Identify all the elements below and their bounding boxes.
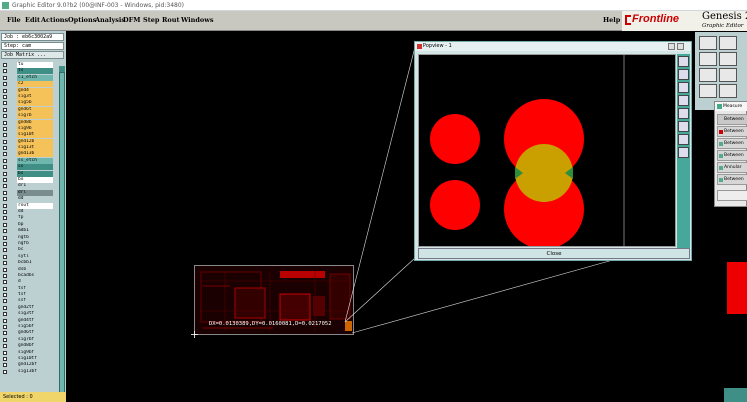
measure-option[interactable]: Between (717, 138, 747, 149)
popview-canvas[interactable] (418, 54, 676, 247)
measure-option-label: Between (724, 141, 744, 146)
right-toolbar (695, 32, 747, 110)
expand-icon[interactable] (678, 134, 689, 145)
measure-option-label: Between (724, 129, 744, 134)
popview-close-button[interactable]: Close (418, 248, 690, 259)
measure-option[interactable]: Between (717, 114, 747, 125)
bottom-right-toolbar (724, 388, 747, 402)
popview-icon (417, 44, 422, 49)
zoom-out-tool-icon[interactable] (719, 36, 737, 50)
selected-icon (719, 130, 723, 134)
redraw-icon[interactable] (678, 108, 689, 119)
redraw-tool-icon[interactable] (719, 52, 737, 66)
measure-option[interactable]: Between (717, 174, 747, 185)
maximize-icon[interactable] (677, 43, 684, 50)
graphics-area-fragment (727, 262, 747, 314)
popview-window: Popview - 1 Close (414, 41, 692, 261)
grid-tool-icon[interactable] (719, 84, 737, 98)
measure-action-button[interactable] (717, 190, 747, 201)
fit-tool-icon[interactable] (699, 84, 717, 98)
measure-option[interactable]: Between (717, 126, 747, 137)
measure-icon (717, 104, 722, 109)
measure-option-label: Between (724, 177, 744, 182)
measure-option-label: Annular (724, 165, 742, 170)
measure-option-label: Between (724, 153, 744, 158)
measure-title: Measure (723, 104, 743, 109)
pan-tool-icon[interactable] (699, 68, 717, 82)
check-icon (719, 154, 723, 158)
check-icon (719, 142, 723, 146)
crosshair-cursor-icon (191, 331, 198, 338)
popview-toolbar (677, 54, 690, 248)
popview-title-bar: Popview - 1 (415, 42, 691, 51)
measure-title-bar: Measure (715, 102, 747, 111)
measure-option[interactable]: Annular (717, 162, 747, 173)
zoom-in-tool-icon[interactable] (699, 36, 717, 50)
zoom-in-icon[interactable] (678, 56, 689, 67)
pad-bottom-left (430, 180, 480, 230)
pad-zoom-view (430, 55, 625, 246)
zoom-fit-icon[interactable] (678, 82, 689, 93)
home-tool-icon[interactable] (699, 52, 717, 66)
zoom-out-icon[interactable] (678, 69, 689, 80)
pad-top-left (430, 114, 480, 164)
measure-option[interactable]: Between (717, 150, 747, 161)
measure-panel: Measure Between Between Between Between … (714, 101, 747, 207)
measure-tool-icon[interactable] (719, 68, 737, 82)
check-icon (719, 178, 723, 182)
popview-title: Popview - 1 (423, 43, 452, 49)
zoom-home-icon[interactable] (678, 95, 689, 106)
measure-option-label: Between (724, 117, 744, 122)
minimize-icon[interactable] (668, 43, 675, 50)
check-icon (719, 166, 723, 170)
pan-icon[interactable] (678, 147, 689, 158)
zoom-area-icon[interactable] (678, 121, 689, 132)
overlap-highlight (515, 144, 573, 202)
